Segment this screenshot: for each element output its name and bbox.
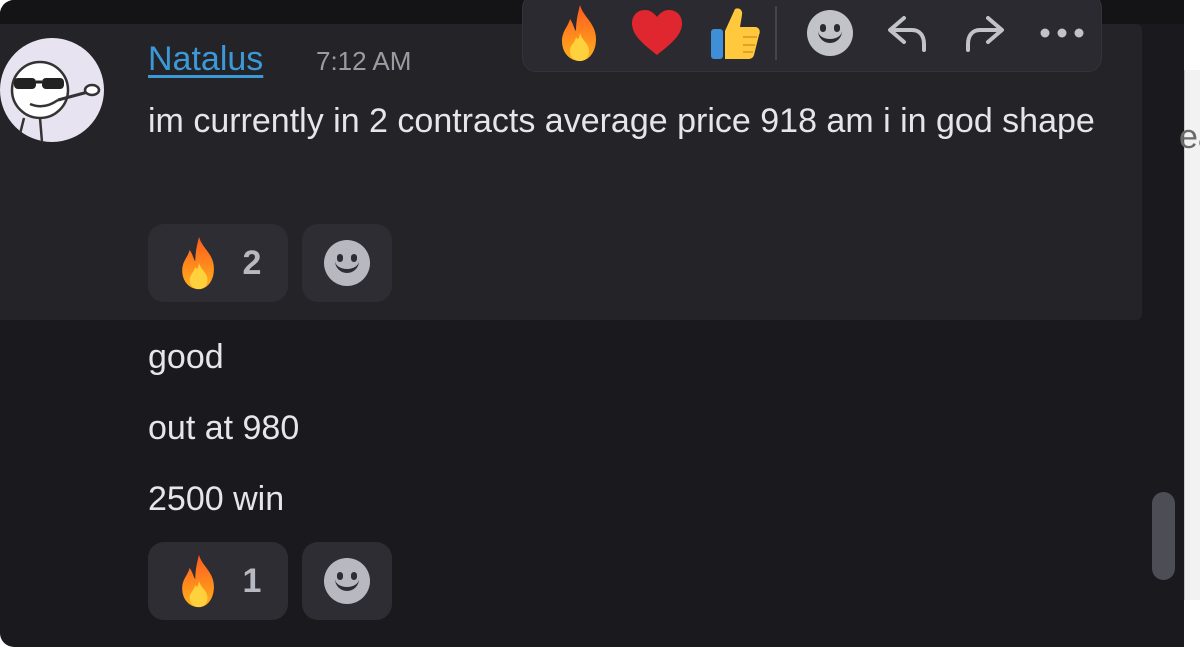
- scrollbar-thumb[interactable]: [1152, 492, 1175, 580]
- message-text: 2500 win: [148, 480, 285, 518]
- add-reaction-icon: [324, 558, 370, 604]
- reaction-count: 1: [242, 561, 262, 600]
- quick-react-fire-button[interactable]: [541, 3, 618, 63]
- chat-panel: Natalus 7:12 AM im currently in 2 contra…: [0, 0, 1184, 647]
- message-text: good: [148, 338, 224, 376]
- fire-icon: [555, 3, 605, 63]
- fire-icon: [175, 235, 223, 291]
- reaction-fire[interactable]: 2: [148, 224, 288, 302]
- add-reaction-icon: [324, 240, 370, 286]
- fire-icon: [175, 553, 223, 609]
- reaction-count: 2: [242, 243, 262, 282]
- avatar[interactable]: [0, 38, 104, 142]
- add-reaction-button[interactable]: [302, 542, 392, 620]
- forward-button[interactable]: [946, 3, 1023, 63]
- adjacent-window-edge: ea: [1179, 70, 1200, 600]
- message-text: out at 980: [148, 409, 300, 447]
- message-text: im currently in 2 contracts average pric…: [148, 102, 1095, 140]
- more-icon: [1040, 28, 1084, 38]
- thumbs-up-icon: [710, 8, 760, 59]
- forward-icon: [965, 16, 1004, 52]
- message-timestamp[interactable]: 7:12 AM: [316, 46, 411, 77]
- reaction-fire[interactable]: 1: [148, 542, 288, 620]
- partial-text: ea: [1179, 118, 1200, 156]
- quick-react-thumbs-up-button[interactable]: [696, 3, 773, 63]
- add-reaction-button[interactable]: [302, 224, 392, 302]
- more-options-button[interactable]: [1024, 3, 1101, 63]
- add-reaction-button[interactable]: [791, 3, 868, 63]
- heart-icon: [632, 10, 683, 55]
- author-name[interactable]: Natalus: [148, 40, 263, 79]
- avatar-cartoon-icon: [10, 60, 101, 142]
- toolbar-divider: [775, 6, 778, 60]
- reply-icon: [888, 16, 927, 52]
- add-reaction-icon: [807, 10, 854, 56]
- message-hover-toolbar: [522, 0, 1102, 72]
- quick-react-heart-button[interactable]: [618, 3, 695, 63]
- reply-button[interactable]: [869, 3, 946, 63]
